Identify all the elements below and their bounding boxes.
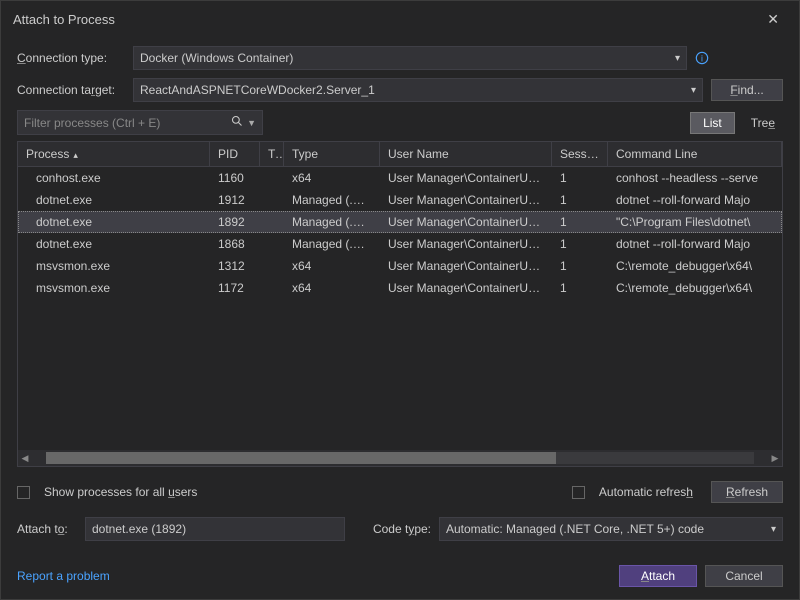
tree-view-button[interactable]: Tree (743, 113, 783, 133)
table-cell: User Manager\ContainerUser (380, 167, 552, 189)
table-cell: Managed (.NE... (284, 189, 380, 211)
automatic-refresh-checkbox[interactable] (572, 486, 585, 499)
table-cell (260, 167, 284, 189)
table-cell: C:\remote_debugger\x64\ (608, 277, 782, 299)
table-cell (260, 255, 284, 277)
code-type-label: Code type: (361, 522, 431, 536)
table-cell: C:\remote_debugger\x64\ (608, 255, 782, 277)
attach-button[interactable]: Attach (619, 565, 697, 587)
connection-target-label: Connection target: (17, 83, 125, 97)
col-header-session[interactable]: Session (552, 142, 608, 166)
table-cell: 1312 (210, 255, 260, 277)
connection-target-value: ReactAndASPNETCoreWDocker2.Server_1 (140, 83, 687, 97)
close-icon[interactable]: ✕ (759, 9, 787, 30)
horizontal-scrollbar[interactable]: ◀ ▶ (18, 450, 782, 466)
table-cell: 1 (552, 211, 608, 233)
info-icon[interactable]: i (695, 51, 709, 65)
table-cell: "C:\Program Files\dotnet\ (608, 211, 782, 233)
show-all-users-checkbox[interactable] (17, 486, 30, 499)
table-cell: 1892 (210, 211, 260, 233)
table-cell: dotnet.exe (18, 189, 210, 211)
table-cell: User Manager\ContainerUser (380, 211, 552, 233)
table-cell: 1 (552, 167, 608, 189)
table-cell: dotnet --roll-forward Majo (608, 233, 782, 255)
connection-type-label: Connection type: (17, 51, 125, 65)
table-cell: 1 (552, 277, 608, 299)
table-cell: dotnet.exe (18, 233, 210, 255)
table-row[interactable]: dotnet.exe1892 Managed (.NE...User Manage… (18, 211, 782, 233)
table-body: conhost.exe1160x64User Manager\Container… (18, 167, 782, 450)
code-type-value: Automatic: Managed (.NET Core, .NET 5+) … (446, 522, 767, 536)
table-cell (260, 233, 284, 255)
table-cell: 1868 (210, 233, 260, 255)
table-row[interactable]: dotnet.exe1912 Managed (.NE...User Manage… (18, 189, 782, 211)
col-header-title[interactable]: Tit (260, 142, 284, 166)
col-header-type[interactable]: Type (284, 142, 380, 166)
table-cell: User Manager\ContainerUser (380, 277, 552, 299)
table-cell: User Manager\ContainerUser (380, 233, 552, 255)
attach-to-process-dialog: Attach to Process ✕ Connection type: Doc… (0, 0, 800, 600)
automatic-refresh-label: Automatic refresh (599, 485, 693, 499)
filter-placeholder: Filter processes (Ctrl + E) (24, 116, 227, 130)
table-cell: dotnet.exe (18, 211, 210, 233)
scroll-right-icon[interactable]: ▶ (768, 453, 782, 464)
table-cell: User Manager\ContainerUser (380, 189, 552, 211)
chevron-down-icon: ▾ (675, 53, 680, 64)
col-header-pid[interactable]: PID (210, 142, 260, 166)
table-cell: 1160 (210, 167, 260, 189)
filter-dropdown-icon[interactable]: ▼ (247, 118, 256, 128)
list-view-button[interactable]: List (690, 112, 735, 134)
table-cell: 1 (552, 189, 608, 211)
table-cell: dotnet --roll-forward Majo (608, 189, 782, 211)
scroll-left-icon[interactable]: ◀ (18, 453, 32, 464)
table-cell: Managed (.NE... (284, 233, 380, 255)
table-cell: 1 (552, 255, 608, 277)
table-cell: x64 (284, 277, 380, 299)
report-problem-link[interactable]: Report a problem (17, 569, 110, 583)
table-header: Process PID Tit Type User Name Session C… (18, 142, 782, 167)
table-cell: conhost.exe (18, 167, 210, 189)
filter-processes-input[interactable]: Filter processes (Ctrl + E) ▼ (17, 110, 263, 135)
cancel-button[interactable]: Cancel (705, 565, 783, 587)
table-cell (260, 211, 284, 233)
table-cell: conhost --headless --serve (608, 167, 782, 189)
col-header-cmd[interactable]: Command Line (608, 142, 782, 166)
scrollbar-thumb[interactable] (46, 452, 556, 464)
chevron-down-icon: ▾ (771, 524, 776, 535)
svg-text:i: i (701, 54, 703, 64)
table-cell: 1172 (210, 277, 260, 299)
table-cell: msvsmon.exe (18, 277, 210, 299)
table-row[interactable]: msvsmon.exe1312 x64User Manager\Container… (18, 255, 782, 277)
connection-target-combo[interactable]: ReactAndASPNETCoreWDocker2.Server_1 ▾ (133, 78, 703, 102)
table-cell: User Manager\ContainerUser (380, 255, 552, 277)
search-icon (231, 115, 243, 130)
window-title: Attach to Process (13, 12, 759, 27)
table-row[interactable]: conhost.exe1160 x64User Manager\Container… (18, 167, 782, 189)
attach-to-field[interactable]: dotnet.exe (1892) (85, 517, 345, 541)
table-cell: Managed (.NE... (284, 211, 380, 233)
col-header-user[interactable]: User Name (380, 142, 552, 166)
table-row[interactable]: dotnet.exe1868 Managed (.NE...User Manage… (18, 233, 782, 255)
table-cell: x64 (284, 167, 380, 189)
table-cell: msvsmon.exe (18, 255, 210, 277)
chevron-down-icon: ▾ (691, 85, 696, 96)
col-header-process[interactable]: Process (18, 142, 210, 166)
table-row[interactable]: msvsmon.exe1172 x64User Manager\Container… (18, 277, 782, 299)
code-type-combo[interactable]: Automatic: Managed (.NET Core, .NET 5+) … (439, 517, 783, 541)
table-cell (260, 277, 284, 299)
connection-type-combo[interactable]: Docker (Windows Container) ▾ (133, 46, 687, 70)
connection-type-value: Docker (Windows Container) (140, 51, 671, 65)
table-cell: 1 (552, 233, 608, 255)
table-cell: x64 (284, 255, 380, 277)
find-button[interactable]: Find... (711, 79, 783, 101)
process-table: Process PID Tit Type User Name Session C… (17, 141, 783, 467)
table-cell (260, 189, 284, 211)
table-cell: 1912 (210, 189, 260, 211)
attach-to-label: Attach to: (17, 522, 77, 536)
titlebar: Attach to Process ✕ (1, 1, 799, 38)
show-all-users-label: Show processes for all users (44, 485, 197, 499)
refresh-button[interactable]: Refresh (711, 481, 783, 503)
